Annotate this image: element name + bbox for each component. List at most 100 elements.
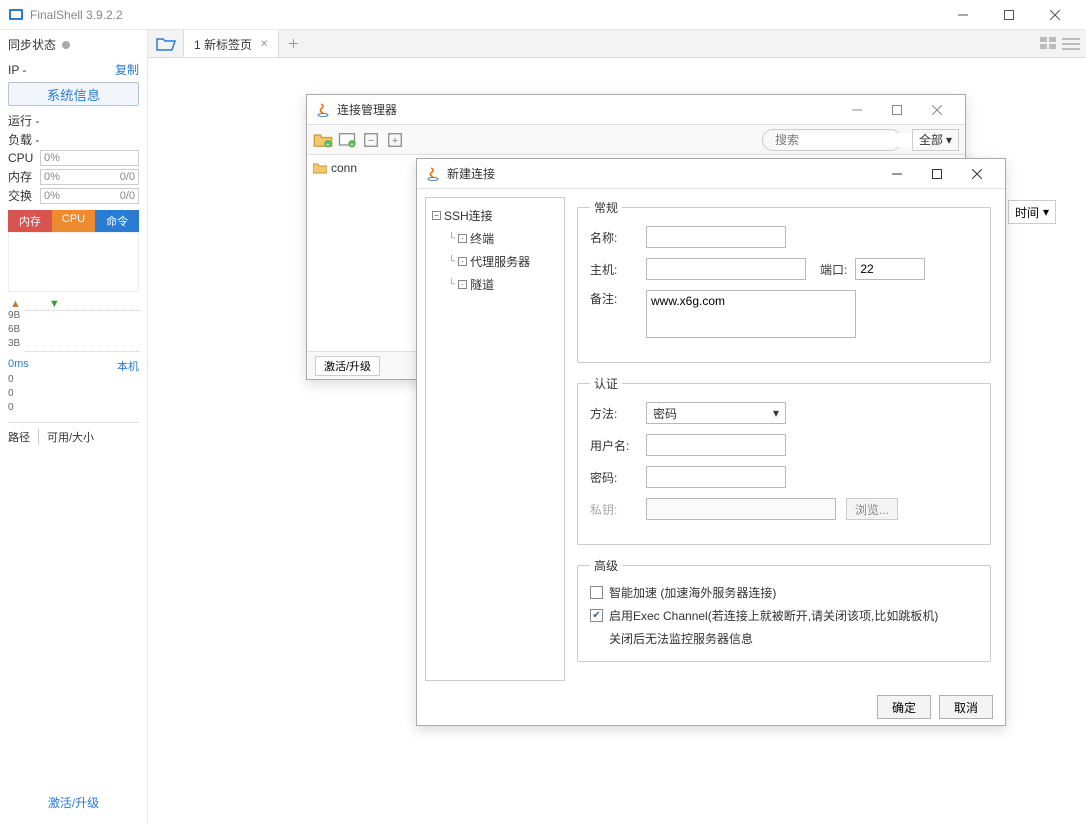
java-icon — [425, 166, 441, 182]
zero-labels: 0 0 0 — [8, 374, 139, 416]
local-label: 本机 — [117, 358, 139, 374]
conn-mgr-minimize-button[interactable] — [837, 96, 877, 124]
maximize-button[interactable] — [986, 0, 1032, 30]
swap-value: 0% — [44, 189, 60, 203]
chevron-down-icon: ▾ — [1043, 205, 1049, 219]
conn-mgr-title: 连接管理器 — [337, 101, 837, 118]
conn-mgr-maximize-button[interactable] — [877, 96, 917, 124]
exec-channel-checkbox[interactable]: ✔ — [590, 609, 603, 622]
system-info-button[interactable]: 系统信息 — [8, 82, 139, 106]
close-button[interactable] — [1032, 0, 1078, 30]
ip-label: IP - — [8, 63, 26, 77]
tree-leaf-icon: · — [458, 234, 467, 243]
chevron-down-icon: ▾ — [946, 133, 952, 147]
remark-input[interactable] — [646, 290, 856, 338]
copy-conn-icon[interactable]: + — [385, 130, 405, 150]
conn-mgr-close-button[interactable] — [917, 96, 957, 124]
conn-mgr-toolbar: + + − + 全部▾ — [307, 125, 965, 155]
mem-metric-label: 内存 — [8, 168, 36, 185]
cpu-bar: 0% — [40, 150, 139, 166]
password-input[interactable] — [646, 466, 786, 488]
view-list-icon[interactable] — [1062, 37, 1080, 51]
tab-close-icon[interactable]: ✕ — [260, 39, 268, 50]
tree-collapse-icon[interactable]: − — [432, 211, 441, 220]
activate-link[interactable]: 激活/升级 — [8, 788, 139, 817]
swap-metric-label: 交换 — [8, 187, 36, 204]
copy-ip-link[interactable]: 复制 — [115, 61, 139, 78]
new-conn-titlebar[interactable]: 新建连接 — [417, 159, 1005, 189]
path-col-header: 路径 — [8, 429, 39, 445]
app-titlebar: FinalShell 3.9.2.2 — [0, 0, 1086, 30]
port-input[interactable] — [855, 258, 925, 280]
minimize-button[interactable] — [940, 0, 986, 30]
svg-text:+: + — [392, 134, 399, 146]
accel-checkbox[interactable] — [590, 586, 603, 599]
key-label: 私钥: — [590, 501, 646, 518]
swap-bar: 0%0/0 — [40, 188, 139, 204]
connection-type-tree: −SSH连接 └·终端 └·代理服务器 └·隧道 — [425, 197, 565, 681]
latency-value: 0ms — [8, 358, 29, 374]
mem-value: 0% — [44, 170, 60, 184]
method-label: 方法: — [590, 405, 646, 422]
mem-bar: 0% 0/0 — [40, 169, 139, 185]
new-conn-title: 新建连接 — [447, 165, 877, 182]
connection-form: 常规 名称: 主机: 端口: 备注: — [573, 189, 1005, 689]
new-conn-minimize-button[interactable] — [877, 160, 917, 188]
view-grid-icon[interactable] — [1040, 37, 1058, 51]
tab-memory[interactable]: 内存 — [8, 210, 52, 232]
tree-node-ssh[interactable]: −SSH连接 — [430, 204, 560, 227]
svg-text:+: + — [350, 141, 354, 148]
search-input[interactable] — [775, 133, 930, 147]
tree-node-terminal[interactable]: └·终端 — [430, 227, 560, 250]
conn-mgr-activate-button[interactable]: 激活/升级 — [315, 356, 380, 376]
conn-mgr-titlebar[interactable]: 连接管理器 — [307, 95, 965, 125]
ok-button[interactable]: 确定 — [877, 695, 931, 719]
cancel-button[interactable]: 取消 — [939, 695, 993, 719]
new-connection-dialog: 新建连接 −SSH连接 └·终端 └·代理服务器 └·隧道 常规 — [416, 158, 1006, 726]
java-icon — [315, 102, 331, 118]
new-conn-maximize-button[interactable] — [917, 160, 957, 188]
mem-ratio: 0/0 — [120, 170, 135, 184]
new-conn-icon[interactable]: + — [337, 130, 357, 150]
sidebar: 同步状态 IP - 复制 系统信息 运行 - 负载 - CPU 0% 内存 0%… — [0, 30, 148, 823]
new-conn-footer: 确定 取消 — [417, 689, 1005, 725]
conn-tree: conn — [307, 155, 397, 351]
exec-note: 关闭后无法监控服务器信息 — [609, 630, 978, 647]
tabbar: 1 新标签页 ✕ ＋ — [148, 30, 1086, 58]
conn-folder-label: conn — [331, 161, 357, 175]
folder-icon — [313, 162, 327, 174]
host-label: 主机: — [590, 261, 646, 278]
status-dot-icon — [62, 41, 70, 49]
host-input[interactable] — [646, 258, 806, 280]
method-select[interactable]: 密码▾ — [646, 402, 786, 424]
tree-leaf-icon: · — [458, 280, 467, 289]
tree-node-tunnel[interactable]: └·隧道 — [430, 273, 560, 296]
tab-command[interactable]: 命令 — [95, 210, 139, 232]
tree-node-proxy[interactable]: └·代理服务器 — [430, 250, 560, 273]
new-conn-close-button[interactable] — [957, 160, 997, 188]
tab-new[interactable]: 1 新标签页 ✕ — [184, 30, 279, 57]
disk-header: 路径 可用/大小 — [8, 429, 139, 445]
auth-fieldset: 认证 方法: 密码▾ 用户名: 密码: — [577, 375, 991, 545]
filter-all-dropdown[interactable]: 全部▾ — [912, 129, 959, 151]
tab-cpu[interactable]: CPU — [52, 210, 96, 232]
advanced-fieldset: 高级 智能加速 (加速海外服务器连接) ✔ 启用Exec Channel(若连接… — [577, 557, 991, 662]
tab-label: 1 新标签页 — [194, 36, 252, 53]
new-folder-icon[interactable]: + — [313, 130, 333, 150]
search-box[interactable] — [762, 129, 902, 151]
general-legend: 常规 — [590, 199, 622, 216]
delete-icon[interactable]: − — [361, 130, 381, 150]
cpu-value: 0% — [44, 151, 60, 165]
open-folder-button[interactable] — [148, 30, 184, 57]
name-input[interactable] — [646, 226, 786, 248]
running-label: 运行 - — [8, 112, 139, 129]
accel-label: 智能加速 (加速海外服务器连接) — [609, 584, 776, 601]
app-title: FinalShell 3.9.2.2 — [30, 8, 940, 22]
cpu-metric-label: CPU — [8, 151, 36, 165]
monitor-chart — [8, 232, 139, 292]
username-input[interactable] — [646, 434, 786, 456]
add-tab-button[interactable]: ＋ — [279, 30, 307, 57]
conn-folder-item[interactable]: conn — [313, 161, 391, 175]
time-dropdown-button[interactable]: 时间▾ — [1008, 200, 1056, 224]
svg-text:+: + — [326, 141, 330, 148]
